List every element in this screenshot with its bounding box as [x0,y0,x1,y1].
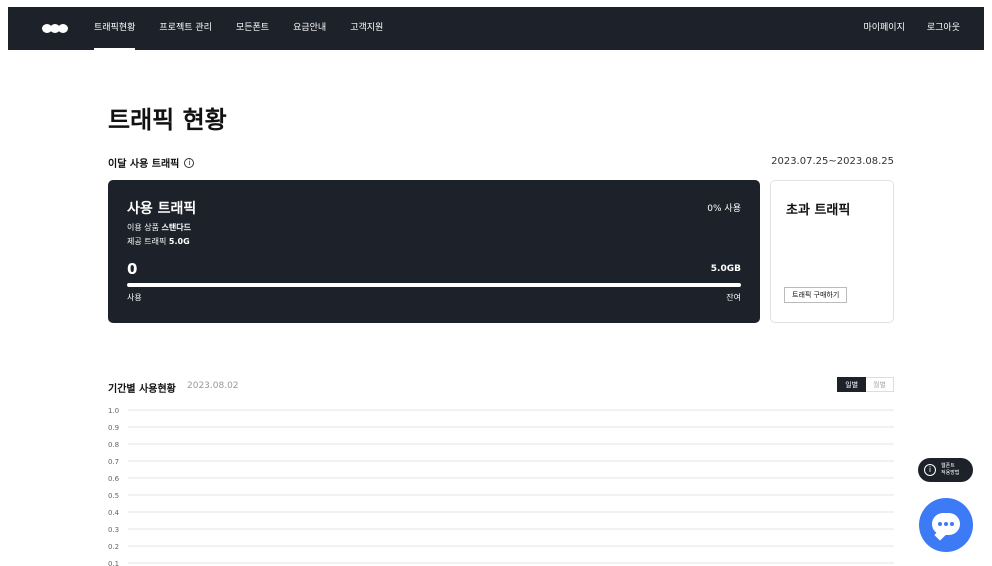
chat-bubble-icon [932,513,960,535]
excess-card-title: 초과 트래픽 [786,203,851,218]
chat-button[interactable] [919,498,973,552]
chart-y-tick-label: 0.5 [108,492,119,500]
page-title: 트래픽 현황 [108,106,227,134]
nav-item-project-management[interactable]: 프로젝트 관리 [159,7,212,50]
chart-y-tick-label: 0.8 [108,441,119,449]
period-usage-heading: 기간별 사용현황 [108,384,176,395]
total-value: 5.0GB [710,264,741,274]
period-usage-date: 2023.08.02 [187,381,239,391]
chart-y-tick-label: 0.9 [108,424,119,432]
nav-item-traffic-status[interactable]: 트래픽현황 [94,7,136,50]
chart-y-tick-label: 0.2 [108,543,119,551]
plan-info: 이용 상품 스탠다드 [127,222,191,233]
usage-progress-bar [127,283,741,287]
nav-item-all-fonts[interactable]: 모든폰트 [236,7,269,50]
quota-value: 5.0G [168,237,190,246]
usage-percent: 0% 사용 [707,204,741,214]
used-label: 사용 [127,293,142,302]
chart-y-tick-label: 1.0 [108,407,119,415]
period-toggle: 일별 월별 [837,377,894,392]
period-usage-chart: 1.0 0.9 0.8 0.7 0.6 0.5 0.4 0.3 0.2 0.1 [108,407,894,566]
logo-icon[interactable] [42,24,68,33]
billing-period: 2023.07.25~2023.08.25 [771,156,894,167]
info-icon[interactable]: i [184,157,195,168]
webfont-help-line2: 적용방법 [941,470,960,476]
quota-info: 제공 트래픽 5.0G [127,236,190,247]
quota-label: 제공 트래픽 [127,237,169,246]
nav-item-support[interactable]: 고객지원 [350,7,383,50]
chart-y-tick-label: 0.6 [108,475,120,483]
mypage-link[interactable]: 마이페이지 [863,7,904,50]
toggle-daily[interactable]: 일별 [837,377,867,392]
top-navigation-bar: 트래픽현황 프로젝트 관리 모든폰트 요금안내 고객지원 마이페이지 로그아웃 [8,7,984,50]
nav-item-pricing[interactable]: 요금안내 [293,7,326,50]
used-value: 0 [127,260,138,278]
webfont-help-text: 웹폰트 적용방법 [941,463,959,477]
usage-card-title: 사용 트래픽 [127,201,197,217]
user-nav: 마이페이지 로그아웃 [841,7,960,50]
plan-name: 스탠다드 [161,223,191,232]
webfont-help-button[interactable]: i 웹폰트 적용방법 [918,458,973,482]
plan-label: 이용 상품 [127,223,162,232]
webfont-help-line1: 웹폰트 [941,463,955,469]
chart-y-tick-label: 0.3 [108,526,119,534]
monthly-traffic-heading-text: 이달 사용 트래픽 [108,159,180,170]
usage-traffic-card: 사용 트래픽 0% 사용 이용 상품 스탠다드 제공 트래픽 5.0G 0 5.… [108,180,760,323]
info-icon: i [924,464,936,476]
monthly-traffic-heading: 이달 사용 트래픽 i [108,155,195,170]
remaining-label: 잔여 [726,293,741,302]
chart-y-tick-label: 0.4 [108,509,120,517]
chart-y-tick-label: 0.1 [108,560,119,566]
toggle-monthly[interactable]: 월별 [866,377,894,392]
chart-y-tick-label: 0.7 [108,458,119,466]
main-nav: 트래픽현황 프로젝트 관리 모든폰트 요금안내 고객지원 [94,7,407,50]
buy-traffic-button[interactable]: 트래픽 구매하기 [784,287,848,303]
logout-link[interactable]: 로그아웃 [927,7,960,50]
